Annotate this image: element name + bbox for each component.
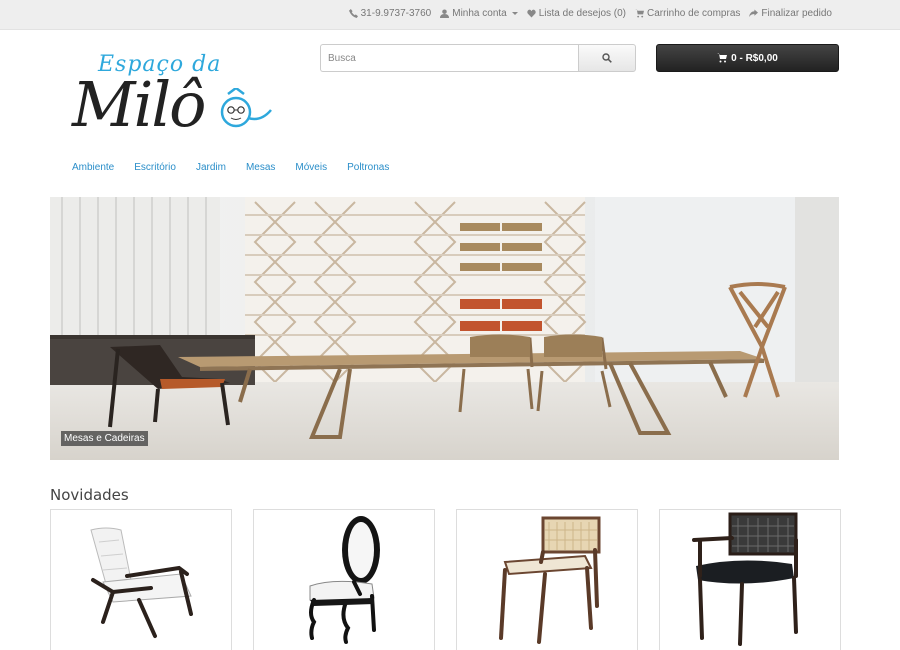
category-menu: Ambiente Escritório Jardim Mesas Móveis … <box>62 162 399 173</box>
search-button[interactable] <box>578 44 636 72</box>
product-grid <box>50 509 841 650</box>
cart-icon <box>635 9 645 18</box>
store-logo[interactable]: Espaço da Milô <box>72 46 282 146</box>
cart-button[interactable]: 0 - R$0,00 <box>656 44 839 72</box>
checkout-link[interactable]: Finalizar pedido <box>749 8 832 19</box>
section-title: Novidades <box>50 486 129 504</box>
menu-item-moveis[interactable]: Móveis <box>285 162 337 173</box>
hero-image <box>50 197 839 460</box>
menu-item-jardim[interactable]: Jardim <box>186 162 236 173</box>
logo-face-icon <box>220 88 272 128</box>
menu-item-mesas[interactable]: Mesas <box>236 162 285 173</box>
product-image <box>692 512 798 646</box>
product-image <box>90 527 193 638</box>
cart-label: Carrinho de compras <box>647 8 741 19</box>
product-card[interactable] <box>50 509 232 650</box>
share-icon <box>749 9 759 18</box>
menu-item-ambiente[interactable]: Ambiente <box>62 162 124 173</box>
search-icon <box>602 53 612 63</box>
search-bar <box>320 44 636 72</box>
account-label: Minha conta <box>452 8 507 19</box>
wishlist-link[interactable]: Lista de desejos (0) <box>527 8 626 19</box>
phone-label: 31-9.9737-3760 <box>360 8 432 19</box>
chevron-down-icon <box>511 12 518 15</box>
product-card[interactable] <box>253 509 435 650</box>
hero-caption: Mesas e Cadeiras <box>61 431 148 446</box>
product-card[interactable] <box>456 509 638 650</box>
wishlist-label: Lista de desejos (0) <box>538 8 627 19</box>
cart-icon <box>717 53 728 63</box>
logo-line2: Milô <box>72 68 206 141</box>
top-links: 31-9.9737-3760 Minha conta Lista de dese… <box>348 8 832 19</box>
search-input[interactable] <box>320 44 578 72</box>
product-image <box>309 516 380 644</box>
phone-link[interactable]: 31-9.9737-3760 <box>348 8 432 19</box>
hero-banner[interactable]: Mesas e Cadeiras <box>50 197 839 460</box>
menu-item-escritorio[interactable]: Escritório <box>124 162 186 173</box>
heart-icon <box>527 9 536 18</box>
cart-total: 0 - R$0,00 <box>731 52 778 64</box>
account-dropdown[interactable]: Minha conta <box>440 8 518 19</box>
user-icon <box>440 9 450 18</box>
checkout-label: Finalizar pedido <box>761 8 832 19</box>
top-bar: 31-9.9737-3760 Minha conta Lista de dese… <box>0 0 900 30</box>
cart-link[interactable]: Carrinho de compras <box>635 8 740 19</box>
phone-icon <box>348 9 358 18</box>
menu-item-poltronas[interactable]: Poltronas <box>337 162 399 173</box>
product-image <box>499 516 601 644</box>
product-card[interactable] <box>659 509 841 650</box>
